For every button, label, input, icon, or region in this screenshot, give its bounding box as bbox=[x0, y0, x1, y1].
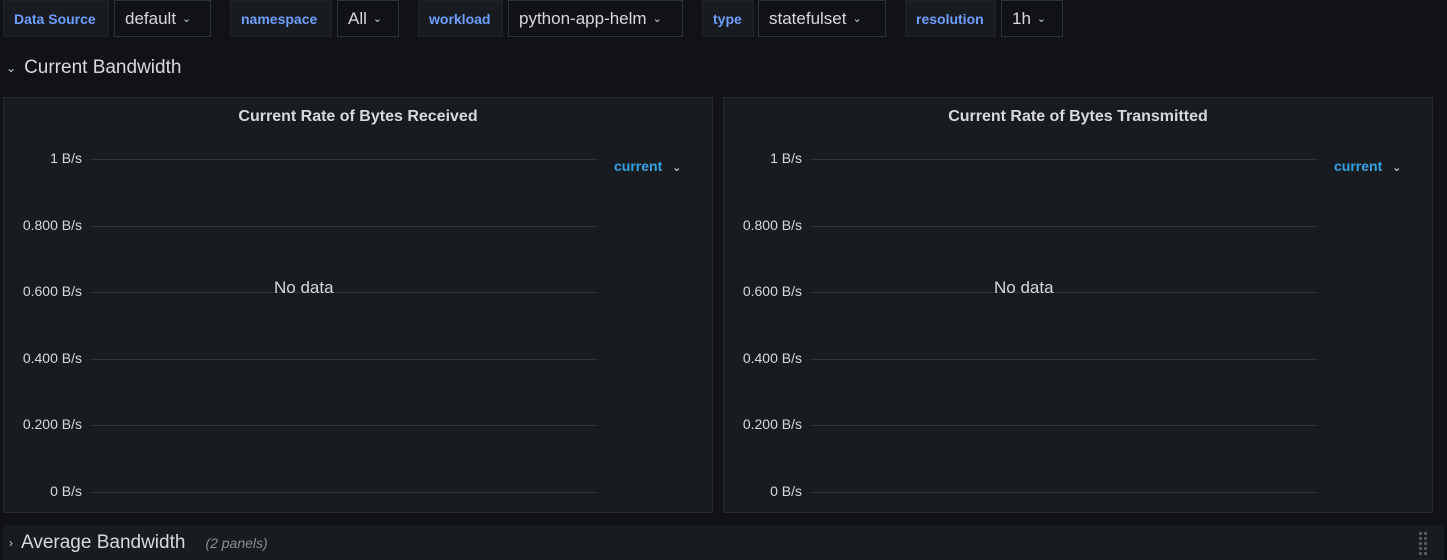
chevron-down-icon: ⌄ bbox=[852, 13, 862, 25]
gridline bbox=[810, 358, 1318, 360]
variable-select-type[interactable]: statefulset ⌄ bbox=[758, 0, 886, 37]
chevron-down-icon: ⌄ bbox=[652, 13, 662, 25]
variable-select-namespace[interactable]: All ⌄ bbox=[337, 0, 399, 37]
legend-sort-label: current bbox=[614, 158, 663, 174]
gridline bbox=[810, 425, 1318, 427]
variable-value: 1h bbox=[1012, 8, 1031, 28]
row-panel-count: (2 panels) bbox=[205, 534, 268, 551]
variable-select-workload[interactable]: python-app-helm ⌄ bbox=[508, 0, 683, 37]
legend-sort-toggle[interactable]: current ⌄ bbox=[1334, 158, 1401, 174]
chart-plot: 1 B/s 0.800 B/s 0.600 B/s 0.400 B/s 0.200 B/… bbox=[4, 98, 712, 512]
gridline bbox=[810, 292, 1318, 294]
no-data-message: No data bbox=[994, 278, 1054, 297]
variables-bar: Data Source default ⌄ namespace All ⌄ wo… bbox=[0, 0, 1447, 38]
variable-value: statefulset bbox=[769, 8, 847, 28]
panel-bytes-received: Current Rate of Bytes Received 1 B/s 0.80… bbox=[3, 97, 713, 513]
row-toggle-average-bandwidth[interactable]: › Average Bandwidth (2 panels) bbox=[3, 525, 1444, 560]
drag-handle-icon[interactable] bbox=[1418, 531, 1428, 557]
y-tick-label: 0.400 B/s bbox=[742, 349, 802, 366]
gridline bbox=[90, 358, 598, 360]
variable-value: default bbox=[125, 8, 177, 28]
chevron-down-icon: ⌄ bbox=[1392, 162, 1402, 174]
chevron-right-icon: › bbox=[9, 535, 13, 550]
variable-label-workload: workload bbox=[418, 0, 503, 37]
legend-sort-label: current bbox=[1334, 158, 1383, 174]
y-tick-label: 1 B/s bbox=[770, 150, 802, 166]
y-tick-label: 0.800 B/s bbox=[742, 216, 802, 233]
chevron-down-icon: ⌄ bbox=[182, 13, 192, 25]
gridline bbox=[810, 492, 1318, 493]
variable-label-type: type bbox=[702, 0, 754, 37]
variable-select-datasource[interactable]: default ⌄ bbox=[114, 0, 211, 37]
y-tick-label: 0.600 B/s bbox=[22, 283, 82, 300]
variable-value: All bbox=[348, 8, 367, 28]
gridline bbox=[810, 159, 1318, 160]
no-data-message: No data bbox=[274, 278, 334, 297]
gridline bbox=[90, 159, 598, 160]
variable-label-namespace: namespace bbox=[230, 0, 332, 37]
chart-plot: 1 B/s 0.800 B/s 0.600 B/s 0.400 B/s 0.200 B/… bbox=[724, 98, 1432, 512]
y-tick-label: 0 B/s bbox=[770, 483, 802, 499]
y-tick-label: 0.400 B/s bbox=[22, 349, 82, 366]
row-toggle-current-bandwidth[interactable]: ⌄ Current Bandwidth bbox=[6, 55, 181, 81]
chevron-down-icon: ⌄ bbox=[6, 61, 17, 75]
y-tick-label: 0.600 B/s bbox=[742, 283, 802, 300]
gridline bbox=[90, 492, 598, 493]
row-title: Average Bandwidth bbox=[21, 531, 186, 553]
variable-select-resolution[interactable]: 1h ⌄ bbox=[1001, 0, 1063, 37]
y-tick-label: 0.200 B/s bbox=[22, 416, 82, 433]
row-title: Current Bandwidth bbox=[24, 57, 182, 78]
gridline bbox=[810, 225, 1318, 227]
chevron-down-icon: ⌄ bbox=[1036, 13, 1047, 25]
variable-label-datasource: Data Source bbox=[3, 0, 109, 37]
y-tick-label: 1 B/s bbox=[50, 150, 82, 166]
legend-sort-toggle[interactable]: current ⌄ bbox=[614, 158, 681, 174]
panel-bytes-transmitted: Current Rate of Bytes Transmitted 1 B/s 0… bbox=[723, 97, 1433, 513]
y-tick-label: 0 B/s bbox=[50, 483, 82, 499]
variable-value: python-app-helm bbox=[519, 8, 647, 28]
chevron-down-icon: ⌄ bbox=[672, 162, 682, 174]
gridline bbox=[90, 225, 598, 227]
y-tick-label: 0.800 B/s bbox=[22, 216, 82, 233]
variable-label-resolution: resolution bbox=[905, 0, 996, 37]
gridline bbox=[90, 292, 598, 294]
y-tick-label: 0.200 B/s bbox=[742, 416, 802, 433]
chevron-down-icon: ⌄ bbox=[372, 13, 383, 25]
gridline bbox=[90, 425, 598, 427]
